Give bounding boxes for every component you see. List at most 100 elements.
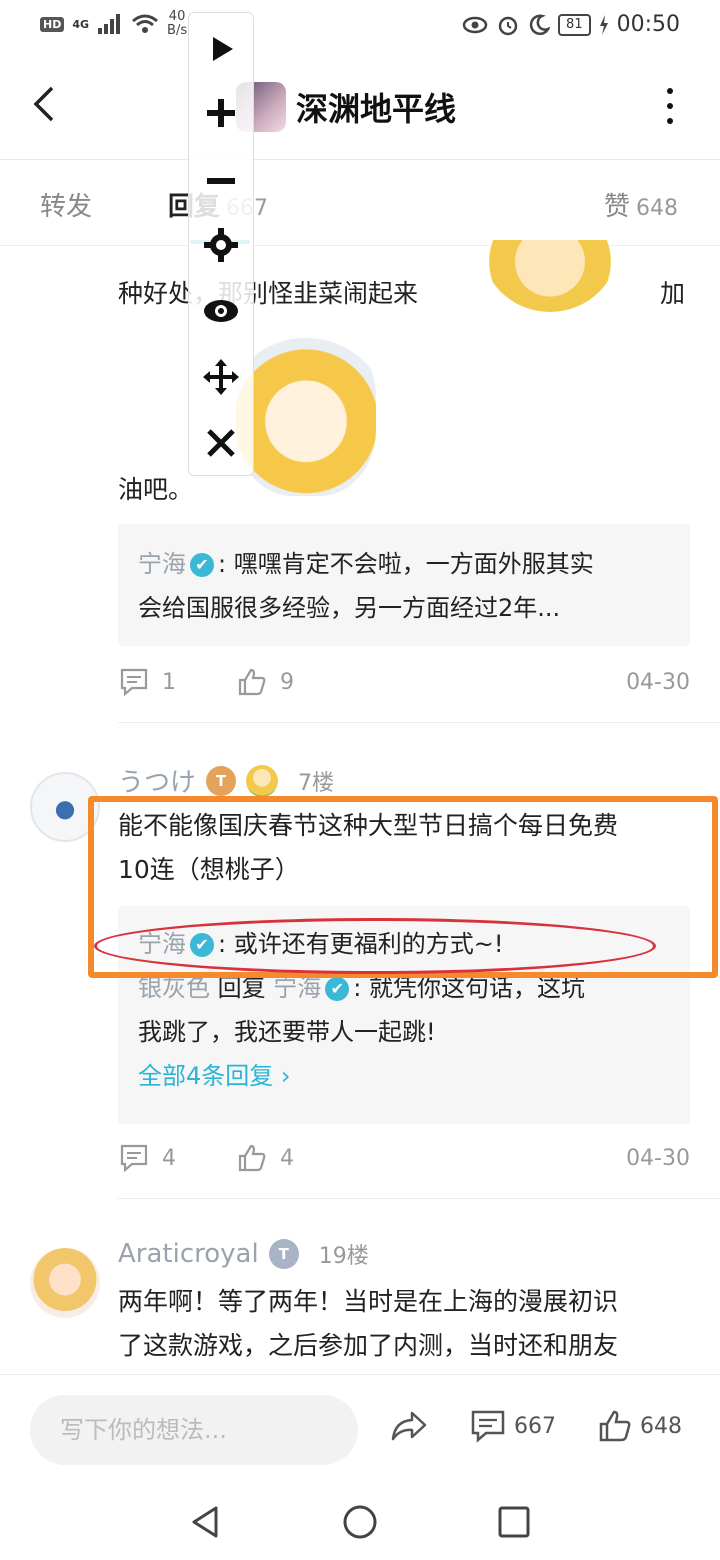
comment-prev-text-line1: 种好处，那别怪韭菜闹起来 xyxy=(118,279,419,308)
tab-likes-count: 648 xyxy=(636,196,679,221)
user-row: Araticroyal T 19楼 xyxy=(118,1238,369,1270)
speed-unit: B/s xyxy=(167,23,188,38)
more-menu-button[interactable] xyxy=(660,88,680,124)
comment-prev-text-line1-end: 加 xyxy=(660,279,686,308)
dot-icon xyxy=(667,103,673,109)
gear-icon[interactable] xyxy=(201,225,241,265)
comment-input[interactable]: 写下你的想法... xyxy=(30,1395,358,1465)
status-right: 81 00:50 xyxy=(462,12,680,37)
signal-icon xyxy=(98,14,121,34)
nav-recents-icon[interactable] xyxy=(496,1504,532,1540)
verified-badge-icon: ✔ xyxy=(190,553,214,577)
like-post-button[interactable]: 648 xyxy=(598,1409,682,1443)
comment-count: 4 xyxy=(162,1145,176,1171)
nav-home-icon[interactable] xyxy=(342,1504,378,1540)
view-all-replies-label: 全部4条回复 xyxy=(138,1062,274,1090)
share-button[interactable] xyxy=(390,1409,428,1443)
back-button[interactable] xyxy=(30,84,60,124)
reply-preview-box[interactable]: 宁海 ✔: 嘿嘿肯定不会啦，一方面外服其实 会给国服很多经验，另一方面经过2年..… xyxy=(118,524,690,646)
charging-icon xyxy=(599,14,608,35)
level-badge: T xyxy=(268,1239,299,1269)
floor-number: 19楼 xyxy=(318,1244,369,1269)
close-icon[interactable] xyxy=(201,423,241,463)
reply-line: 宁海 ✔: 嘿嘿肯定不会啦，一方面外服其实 xyxy=(118,542,690,586)
comment-actions: 4 4 04-30 xyxy=(118,1142,690,1182)
comment-icon xyxy=(120,668,148,697)
user-row: うつけ T 7楼 xyxy=(118,762,334,799)
like-button[interactable]: 9 xyxy=(236,666,294,698)
system-nav-bar xyxy=(0,1484,720,1560)
zoom-out-icon[interactable] xyxy=(201,161,241,201)
top-header: 深渊地平线 xyxy=(0,52,720,160)
view-all-replies-link[interactable]: 全部4条回复 › xyxy=(118,1054,690,1098)
highlight-ellipse xyxy=(94,918,656,974)
floor-number: 7楼 xyxy=(298,770,335,796)
like-count: 4 xyxy=(280,1145,294,1171)
hd-badge: HD xyxy=(40,16,65,32)
tab-repost[interactable]: 转发 xyxy=(40,186,92,223)
tab-repost-label: 转发 xyxy=(40,192,93,222)
divider xyxy=(118,1198,720,1199)
thumbs-up-icon xyxy=(238,668,266,696)
chevron-right-icon: › xyxy=(280,1062,291,1090)
dot-icon xyxy=(667,118,673,124)
reply-line: 会给国服很多经验，另一方面经过2年... xyxy=(138,594,561,622)
username[interactable]: Araticroyal xyxy=(118,1239,259,1269)
bottom-action-bar: 写下你的想法... 667 648 xyxy=(0,1374,720,1484)
reply-target[interactable]: 宁海 xyxy=(273,974,321,1002)
comment-text-line1: 两年啊！等了两年！当时是在上海的漫展初识 xyxy=(118,1287,619,1316)
play-icon[interactable] xyxy=(201,29,241,69)
reply-author[interactable]: 宁海 xyxy=(138,550,186,578)
level-badge: T xyxy=(206,765,237,796)
medal-icon xyxy=(246,764,279,797)
comment-prev-text-line2: 油吧。 xyxy=(118,475,194,504)
comment-button[interactable]: 1 xyxy=(118,666,176,698)
eye-comfort-icon xyxy=(462,16,488,33)
alarm-icon xyxy=(498,16,518,35)
title-group: 深渊地平线 xyxy=(236,82,456,132)
network-speed: 40 B/s xyxy=(167,10,187,38)
network-label: 4G xyxy=(72,17,90,31)
share-icon xyxy=(391,1411,427,1441)
tab-likes[interactable]: 赞 648 xyxy=(604,186,678,223)
tab-likes-label: 赞 xyxy=(604,192,631,222)
comment-text-line2: 了这款游戏，之后参加了内测，当时还和朋友 xyxy=(118,1331,619,1360)
clock-time: 00:50 xyxy=(616,12,680,37)
comment-date: 04-30 xyxy=(626,670,690,695)
comments-button[interactable]: 667 xyxy=(470,1409,556,1443)
avatar[interactable] xyxy=(30,1248,100,1318)
zoom-in-icon[interactable] xyxy=(201,93,241,133)
floating-toolbar xyxy=(188,12,254,476)
moon-icon xyxy=(529,14,551,35)
reply-line: 我跳了，我还要带人一起跳! xyxy=(138,1018,436,1046)
page-title: 深渊地平线 xyxy=(296,90,457,128)
battery-level: 81 xyxy=(558,13,591,36)
comment-count: 1 xyxy=(162,669,176,695)
like-button[interactable]: 4 xyxy=(236,1142,294,1174)
dot-icon xyxy=(667,88,673,94)
eye-icon[interactable] xyxy=(201,291,241,331)
comment-total: 667 xyxy=(514,1413,556,1439)
thumbs-up-icon xyxy=(599,1410,631,1442)
status-left: HD 4G 40 B/s xyxy=(40,10,187,38)
comment-button[interactable]: 4 xyxy=(118,1142,176,1174)
reply-author[interactable]: 银灰色 xyxy=(138,974,210,1002)
tab-bar: 转发 回复667 赞648 xyxy=(0,160,720,246)
speed-value: 40 xyxy=(168,9,186,24)
sticker-image xyxy=(236,330,376,496)
like-count: 9 xyxy=(280,669,294,695)
thumbs-up-icon xyxy=(238,1144,266,1172)
username[interactable]: うつけ xyxy=(118,762,196,799)
wifi-icon xyxy=(132,14,158,33)
status-bar: HD 4G 40 B/s 81 00:50 xyxy=(0,0,720,52)
divider xyxy=(118,722,720,723)
comment-actions: 1 9 04-30 xyxy=(118,666,690,706)
move-icon[interactable] xyxy=(201,357,241,397)
comment-date: 04-30 xyxy=(626,1146,690,1171)
reply-text: : 就凭你这句话，这坑 xyxy=(353,974,585,1002)
comment-icon xyxy=(471,1410,505,1443)
comment-icon xyxy=(120,1144,148,1173)
reply-text: : 嘿嘿肯定不会啦，一方面外服其实 xyxy=(218,550,594,578)
nav-back-icon[interactable] xyxy=(188,1504,224,1540)
like-total: 648 xyxy=(640,1413,682,1439)
